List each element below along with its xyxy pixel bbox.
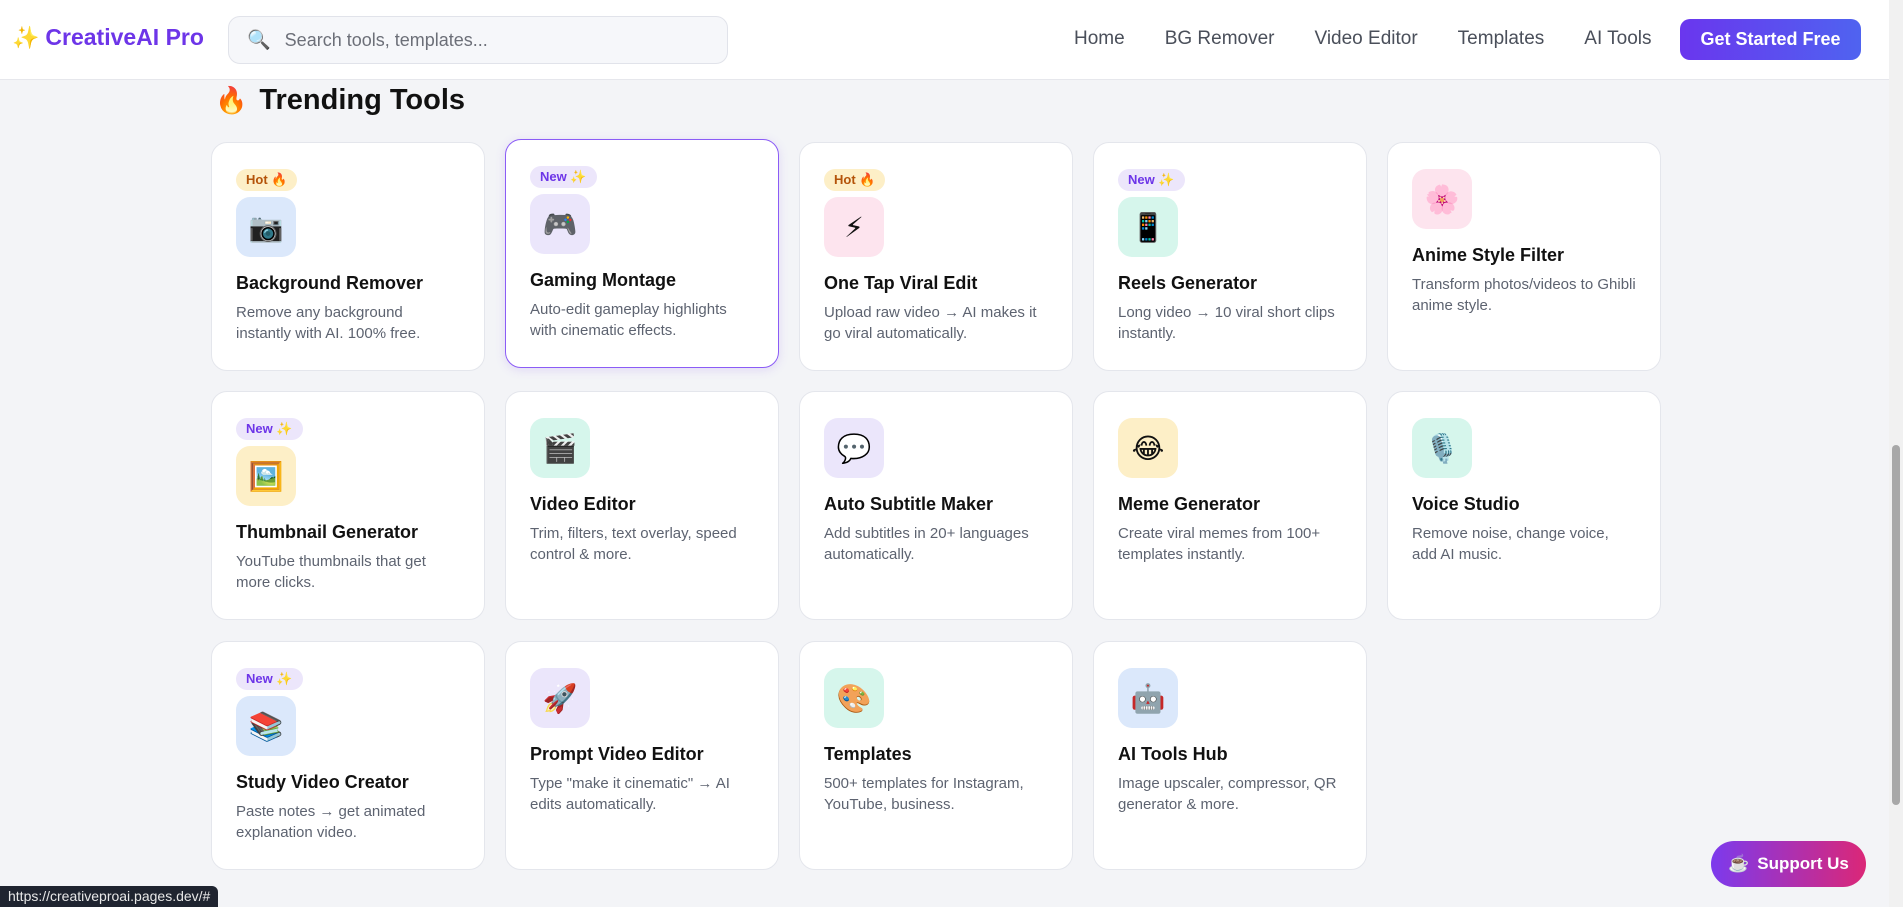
tool-card[interactable]: Hot 🔥 📷 Background Remover Remove any backg… xyxy=(211,142,485,371)
scrollbar[interactable] xyxy=(1889,0,1903,907)
tool-card[interactable]: 🎙️ Voice Studio Remove noise, change voice… xyxy=(1387,391,1661,620)
card-title: Meme Generator xyxy=(1118,494,1261,514)
card-title: Background Remover xyxy=(236,273,424,293)
picture-icon: 🖼️ xyxy=(236,446,296,506)
card-title: Prompt Video Editor xyxy=(530,744,704,764)
lightning-icon: ⚡ xyxy=(824,197,884,257)
tool-card[interactable]: 💬 Auto Subtitle Maker Add subtitles in 20+… xyxy=(799,391,1073,620)
robot-icon: 🤖 xyxy=(1118,668,1178,728)
search-input[interactable] xyxy=(284,29,705,51)
nav-home[interactable]: Home xyxy=(1074,28,1125,50)
support-label: Support Us xyxy=(1757,854,1849,873)
rocket-icon: 🚀 xyxy=(530,668,590,728)
tool-card[interactable]: 🎨 Templates 500+ templates for Instagram, … xyxy=(799,641,1073,870)
sparkles-icon: ✨ xyxy=(12,24,40,50)
tool-card[interactable]: 🤖 AI Tools Hub Image upscaler, compressor,… xyxy=(1093,641,1367,870)
section-title: 🔥 Trending Tools xyxy=(215,84,465,117)
tool-card[interactable]: 😂 Meme Generator Create viral memes from 1… xyxy=(1093,391,1367,620)
tool-card[interactable]: 🎬 Video Editor Trim, filters, text overlay… xyxy=(505,391,779,620)
tool-card[interactable]: 🚀 Prompt Video Editor Type "make it cinema… xyxy=(505,641,779,870)
clapperboard-icon: 🎬 xyxy=(530,418,590,478)
card-description: Create viral memes from 100+ templates i… xyxy=(1118,525,1321,563)
laughing-face-icon: 😂 xyxy=(1118,418,1178,478)
main-nav: Home BG Remover Video Editor Templates A… xyxy=(1074,28,1652,50)
card-title: Video Editor xyxy=(530,494,636,514)
card-badge: Hot 🔥 xyxy=(824,169,886,191)
card-description: Long video → 10 viral short clips instan… xyxy=(1118,304,1335,342)
card-badge: Hot 🔥 xyxy=(236,169,298,191)
card-description: Image upscaler, compressor, QR generator… xyxy=(1118,775,1337,813)
brand-logo[interactable]: ✨ CreativeAI Pro xyxy=(12,24,204,51)
card-description: Transform photos/videos to Ghibli anime … xyxy=(1412,276,1636,314)
card-title: AI Tools Hub xyxy=(1118,744,1228,764)
scrollbar-thumb[interactable] xyxy=(1892,445,1900,805)
card-description: Trim, filters, text overlay, speed contr… xyxy=(530,525,737,563)
tool-card[interactable]: New ✨ 📚 Study Video Creator Paste notes → g… xyxy=(211,641,485,870)
card-description: YouTube thumbnails that get more clicks. xyxy=(236,553,426,591)
card-badge: New ✨ xyxy=(530,166,597,188)
tool-card[interactable]: New ✨ 📱 Reels Generator Long video → 10 vir… xyxy=(1093,142,1367,371)
card-badge: New ✨ xyxy=(236,668,303,690)
card-title: Auto Subtitle Maker xyxy=(824,494,994,514)
card-description: 500+ templates for Instagram, YouTube, b… xyxy=(824,775,1024,813)
speech-bubble-icon: 💬 xyxy=(824,418,884,478)
support-us-button[interactable]: ☕ Support Us xyxy=(1711,841,1866,887)
card-description: Remove noise, change voice, add AI music… xyxy=(1412,525,1609,563)
card-description: Type "make it cinematic" → AI edits auto… xyxy=(530,775,730,813)
nav-ai-tools[interactable]: AI Tools xyxy=(1584,28,1651,50)
card-title: One Tap Viral Edit xyxy=(824,273,978,293)
tool-card[interactable]: New ✨ 🖼️ Thumbnail Generator YouTube thumbn… xyxy=(211,391,485,620)
nav-video-editor[interactable]: Video Editor xyxy=(1315,28,1418,50)
card-description: Upload raw video → AI makes it go viral … xyxy=(824,304,1037,342)
card-description: Paste notes → get animated explanation v… xyxy=(236,803,426,841)
card-title: Study Video Creator xyxy=(236,772,409,792)
card-badge: New ✨ xyxy=(1118,169,1185,191)
card-title: Voice Studio xyxy=(1412,494,1520,514)
card-title: Gaming Montage xyxy=(530,270,677,290)
get-started-button[interactable]: Get Started Free xyxy=(1680,19,1861,60)
tool-card[interactable]: Hot 🔥 ⚡ One Tap Viral Edit Upload raw video… xyxy=(799,142,1073,371)
section-title-text: Trending Tools xyxy=(259,84,466,116)
camera-icon: 📷 xyxy=(236,197,296,257)
card-badge: New ✨ xyxy=(236,418,303,440)
card-description: Remove any background instantly with AI.… xyxy=(236,304,421,342)
tool-card[interactable]: 🌸 Anime Style Filter Transform photos/vide… xyxy=(1387,142,1661,371)
fire-icon: 🔥 xyxy=(215,85,248,115)
microphone-icon: 🎙️ xyxy=(1412,418,1472,478)
card-title: Thumbnail Generator xyxy=(236,522,419,542)
status-url: https://creativeproai.pages.dev/# xyxy=(0,886,219,907)
card-description: Add subtitles in 20+ languages automatic… xyxy=(824,525,1029,563)
coffee-icon: ☕ xyxy=(1728,854,1750,873)
card-title: Reels Generator xyxy=(1118,273,1258,293)
nav-bg-remover[interactable]: BG Remover xyxy=(1165,28,1275,50)
search-icon: 🔍 xyxy=(247,30,271,51)
card-title: Anime Style Filter xyxy=(1412,245,1565,265)
tool-card[interactable]: New ✨ 🎮 Gaming Montage Auto-edit gameplay h… xyxy=(505,139,779,368)
card-title: Templates xyxy=(824,744,912,764)
gamepad-icon: 🎮 xyxy=(530,194,590,254)
brand-name: CreativeAI Pro xyxy=(45,24,204,50)
search-bar[interactable]: 🔍 xyxy=(228,16,728,64)
phone-icon: 📱 xyxy=(1118,197,1178,257)
palette-icon: 🎨 xyxy=(824,668,884,728)
card-description: Auto-edit gameplay highlights with cinem… xyxy=(530,301,727,339)
flower-icon: 🌸 xyxy=(1412,169,1472,229)
nav-templates[interactable]: Templates xyxy=(1458,28,1545,50)
books-icon: 📚 xyxy=(236,696,296,756)
top-navbar: ✨ CreativeAI Pro 🔍 Home BG Remover Video… xyxy=(0,0,1889,80)
